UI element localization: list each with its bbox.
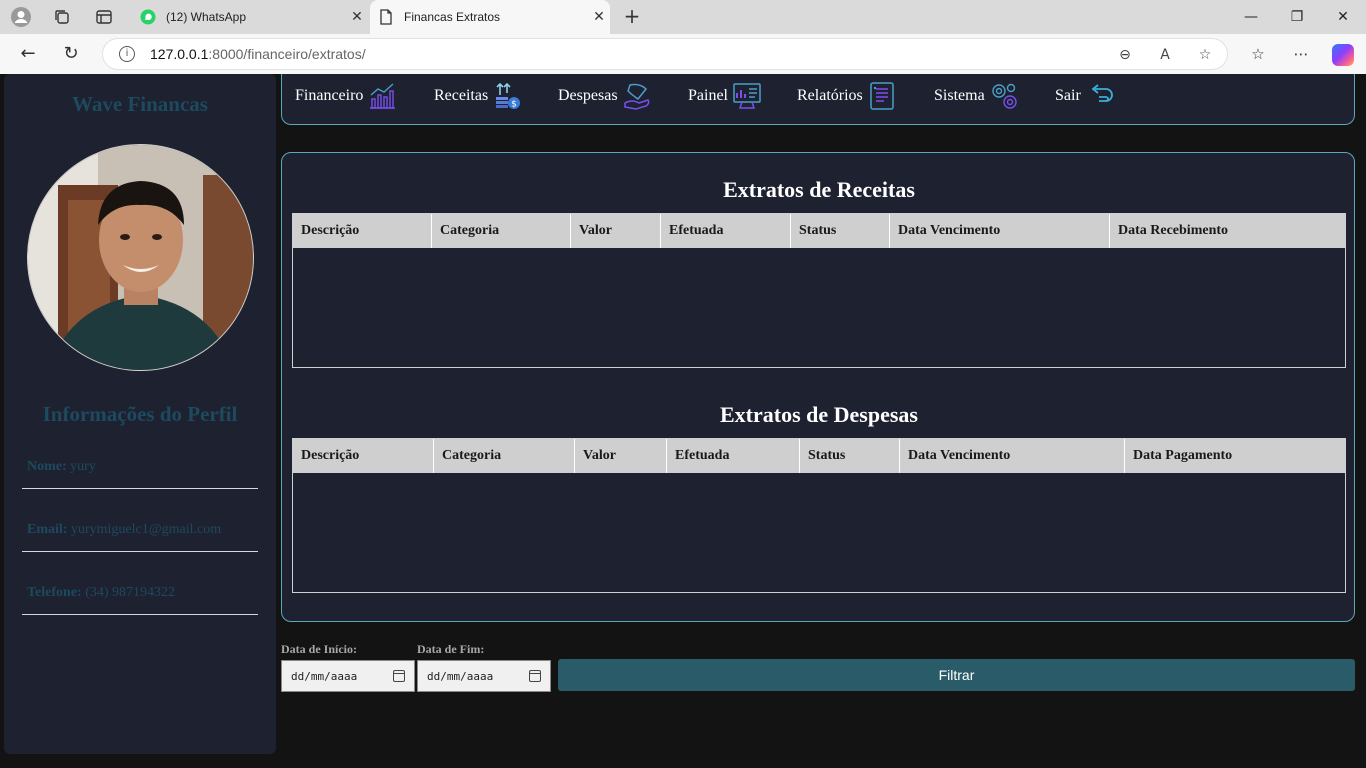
gears-icon (991, 83, 1017, 109)
nav-receitas[interactable]: Receitas $ (434, 81, 522, 111)
column-header[interactable]: Data Recebimento (1110, 214, 1345, 248)
nav-label: Relatórios (797, 87, 863, 104)
end-date-label: Data de Fim: (417, 642, 485, 656)
chart-icon (370, 83, 396, 109)
expense-icon (623, 83, 649, 110)
copilot-icon[interactable] (1332, 44, 1354, 66)
profile-icon[interactable] (10, 6, 32, 28)
field-value: yurymiguelc1@gmail.com (70, 522, 222, 537)
field-label: Email: (27, 522, 68, 537)
column-header[interactable]: Efetuada (661, 214, 791, 248)
browser-tab-bar: (12) WhatsApp ✕ Financas Extratos ✕ + — … (0, 0, 1366, 34)
nav-label: Sair (1055, 87, 1081, 104)
nav-despesas[interactable]: Despesas (558, 81, 652, 111)
field-label: Nome: (27, 459, 67, 474)
field-label: Telefone: (27, 585, 82, 600)
minimize-icon[interactable]: — (1228, 0, 1274, 34)
calendar-icon[interactable] (529, 670, 541, 682)
column-header[interactable]: Categoria (432, 214, 571, 248)
date-placeholder: dd/mm/aaaa (291, 669, 358, 683)
calendar-icon[interactable] (393, 670, 405, 682)
avatar (27, 144, 254, 371)
tab-whatsapp[interactable]: (12) WhatsApp ✕ (132, 0, 368, 34)
table-header: Descrição Categoria Valor Efetuada Statu… (293, 439, 1345, 473)
address-bar: ← ↻ i 127.0.0.1:8000/financeiro/extratos… (0, 34, 1366, 74)
dashboard-icon (733, 83, 761, 109)
favorite-star-icon[interactable]: ☆ (1195, 45, 1215, 65)
nav-label: Painel (688, 87, 728, 104)
nav-label: Financeiro (295, 87, 364, 104)
read-aloud-icon[interactable]: A (1155, 45, 1175, 65)
nav-sair[interactable]: Sair (1055, 81, 1115, 111)
filter-button[interactable]: Filtrar (558, 659, 1355, 691)
column-header[interactable]: Valor (571, 214, 661, 248)
close-tab-icon[interactable]: ✕ (588, 9, 610, 25)
tab-title: Financas Extratos (404, 10, 501, 24)
nav-sistema[interactable]: Sistema (934, 81, 1019, 111)
nav-relatorios[interactable]: Relatórios (797, 81, 897, 111)
column-header[interactable]: Descrição (293, 439, 434, 473)
back-icon[interactable]: ← (15, 42, 41, 66)
despesas-title: Extratos de Despesas (720, 402, 918, 427)
whatsapp-icon (140, 9, 156, 25)
table-header: Descrição Categoria Valor Efetuada Statu… (293, 214, 1345, 248)
favorites-icon[interactable]: ☆ (1247, 44, 1269, 66)
column-header[interactable]: Data Vencimento (900, 439, 1125, 473)
close-window-icon[interactable]: ✕ (1320, 0, 1366, 34)
report-icon (870, 82, 894, 110)
collections-icon[interactable] (51, 6, 73, 28)
table-body (293, 473, 1345, 592)
column-header[interactable]: Efetuada (667, 439, 800, 473)
income-icon: $ (496, 82, 521, 110)
column-header[interactable]: Data Pagamento (1125, 439, 1345, 473)
receitas-title: Extratos de Receitas (723, 177, 915, 202)
start-date-input[interactable]: dd/mm/aaaa (281, 660, 415, 692)
page: Wave Financas Informações do Perfil Nome… (0, 74, 1366, 768)
column-header[interactable]: Status (791, 214, 890, 248)
more-options-icon[interactable]: ⋯ (1290, 44, 1312, 66)
tab-financas-extratos[interactable]: Financas Extratos ✕ (370, 0, 610, 34)
field-value: yury (70, 459, 96, 474)
field-value: (34) 987194322 (85, 585, 176, 600)
column-header[interactable]: Descrição (293, 214, 432, 248)
column-header[interactable]: Categoria (434, 439, 575, 473)
tab-actions-icon[interactable] (93, 6, 115, 28)
start-date-label: Data de Início: (281, 642, 357, 656)
tab-title: (12) WhatsApp (166, 10, 247, 24)
date-filter: Data de Início: Data de Fim: dd/mm/aaaa … (281, 638, 1355, 698)
sidebar: Wave Financas Informações do Perfil Nome… (4, 74, 276, 754)
despesas-table: Descrição Categoria Valor Efetuada Statu… (292, 438, 1346, 593)
top-nav: Financeiro Receitas $ Despesas Painel Re… (281, 74, 1355, 125)
extracts-panel: Extratos de Receitas Descrição Categoria… (281, 152, 1355, 622)
logout-icon (1091, 84, 1113, 102)
nav-label: Receitas (434, 87, 489, 104)
column-header[interactable]: Status (800, 439, 900, 473)
close-tab-icon[interactable]: ✕ (346, 9, 368, 25)
site-info-icon[interactable]: i (119, 46, 135, 62)
url-text[interactable]: 127.0.0.1:8000/financeiro/extratos/ (150, 46, 366, 62)
receitas-table: Descrição Categoria Valor Efetuada Statu… (292, 213, 1346, 368)
profile-phone-row: Telefone: (34) 987194322 (22, 585, 258, 615)
restore-icon[interactable]: ❐ (1274, 0, 1320, 34)
nav-label: Despesas (558, 87, 618, 104)
end-date-input[interactable]: dd/mm/aaaa (417, 660, 551, 692)
nav-label: Sistema (934, 87, 985, 104)
nav-painel[interactable]: Painel (688, 81, 762, 111)
profile-email-row: Email: yurymiguelc1@gmail.com (22, 522, 258, 552)
page-icon (378, 9, 394, 25)
date-placeholder: dd/mm/aaaa (427, 669, 494, 683)
column-header[interactable]: Valor (575, 439, 667, 473)
profile-title: Informações do Perfil (42, 402, 238, 426)
table-body (293, 248, 1345, 367)
svg-text:$: $ (511, 100, 517, 110)
column-header[interactable]: Data Vencimento (890, 214, 1110, 248)
zoom-icon[interactable]: ⊖ (1115, 45, 1135, 65)
new-tab-icon[interactable]: + (620, 5, 644, 29)
profile-name-row: Nome: yury (22, 459, 258, 489)
reload-icon[interactable]: ↻ (58, 42, 84, 66)
brand-title: Wave Financas (72, 92, 208, 116)
url-field[interactable]: i 127.0.0.1:8000/financeiro/extratos/ ⊖ … (102, 38, 1228, 70)
nav-financeiro[interactable]: Financeiro (295, 81, 397, 111)
